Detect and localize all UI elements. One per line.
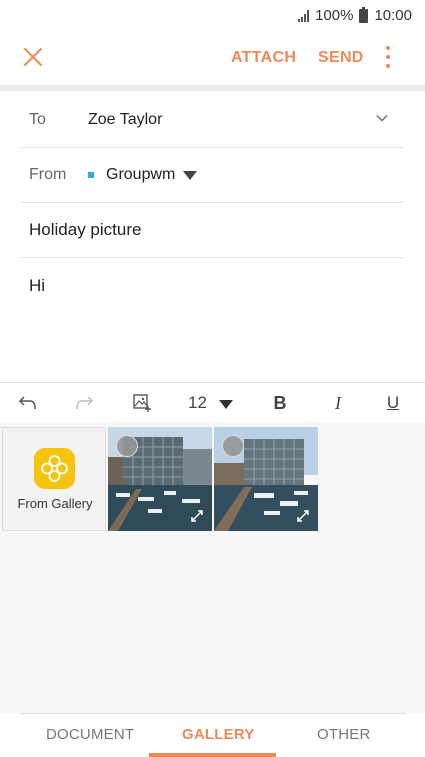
font-size-value: 12 bbox=[188, 393, 207, 412]
italic-button[interactable]: I bbox=[328, 391, 348, 415]
select-checkbox[interactable] bbox=[116, 435, 138, 457]
close-icon[interactable] bbox=[22, 46, 44, 68]
active-tab-indicator bbox=[149, 753, 276, 757]
account-color-icon bbox=[88, 171, 94, 178]
gallery-photo-2[interactable] bbox=[214, 427, 318, 531]
formatting-toolbar: 12 B I U bbox=[0, 382, 425, 424]
header-divider bbox=[0, 85, 425, 91]
gallery-tray: From Gallery bbox=[0, 423, 425, 713]
dropdown-arrow-icon[interactable] bbox=[183, 171, 198, 180]
from-field[interactable]: From Groupwm bbox=[21, 147, 404, 203]
clock: 10:00 bbox=[374, 7, 412, 24]
select-checkbox[interactable] bbox=[222, 435, 244, 457]
chevron-down-icon[interactable] bbox=[376, 112, 388, 124]
tab-other[interactable]: OTHER bbox=[317, 726, 371, 743]
font-size-selector[interactable]: 12 bbox=[188, 391, 238, 415]
tab-gallery[interactable]: GALLERY bbox=[182, 726, 255, 743]
tab-document[interactable]: DOCUMENT bbox=[46, 726, 134, 743]
undo-icon[interactable] bbox=[18, 391, 38, 415]
battery-percent: 100% bbox=[315, 7, 354, 24]
more-options-icon[interactable] bbox=[385, 46, 391, 68]
expand-icon[interactable] bbox=[296, 509, 310, 523]
from-label: From bbox=[29, 165, 67, 183]
compose-app-bar: ATTACH SEND bbox=[0, 32, 425, 84]
from-gallery-button[interactable]: From Gallery bbox=[2, 427, 106, 531]
redo-icon[interactable] bbox=[74, 391, 94, 415]
font-size-dropdown-icon bbox=[218, 399, 233, 409]
subject-input[interactable]: Holiday picture bbox=[21, 220, 141, 240]
insert-image-icon[interactable] bbox=[131, 391, 153, 415]
signal-icon bbox=[298, 9, 310, 22]
gallery-photo-1[interactable] bbox=[108, 427, 212, 531]
expand-icon[interactable] bbox=[190, 509, 204, 523]
from-gallery-label: From Gallery bbox=[17, 496, 93, 511]
battery-icon bbox=[359, 6, 369, 23]
status-bar: 100% 10:00 bbox=[0, 0, 425, 32]
subject-field[interactable]: Holiday picture bbox=[21, 202, 404, 258]
bold-button[interactable]: B bbox=[270, 391, 290, 415]
attach-button[interactable]: ATTACH bbox=[231, 49, 296, 67]
gallery-app-icon bbox=[34, 448, 75, 489]
to-field[interactable]: To Zoe Taylor bbox=[21, 92, 404, 148]
from-account[interactable]: Groupwm bbox=[106, 166, 175, 184]
send-button[interactable]: SEND bbox=[318, 49, 364, 67]
to-recipient[interactable]: Zoe Taylor bbox=[88, 111, 162, 129]
to-label: To bbox=[29, 110, 46, 128]
underline-button[interactable]: U bbox=[383, 391, 403, 415]
message-body[interactable]: Hi bbox=[29, 276, 45, 296]
attachment-tabs: DOCUMENT GALLERY OTHER bbox=[19, 713, 406, 757]
